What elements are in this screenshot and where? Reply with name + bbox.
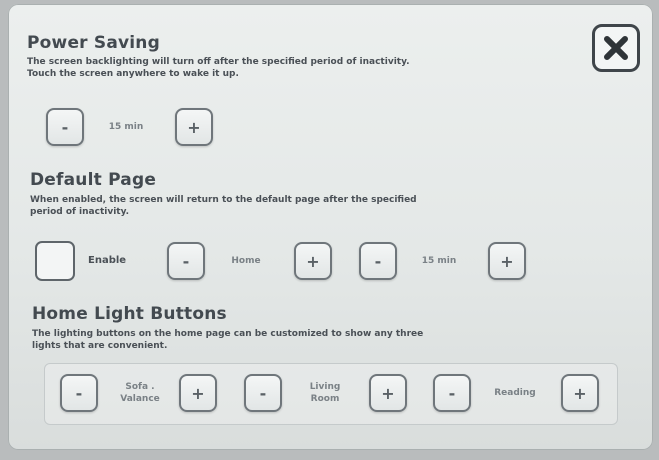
light-slot-2-increment-button[interactable]: + (369, 374, 407, 412)
power-saving-decrement-button[interactable]: - (46, 108, 84, 146)
default-page-timeout-value: 15 min (421, 256, 457, 266)
default-page-timeout-decrement-button[interactable]: - (359, 242, 397, 280)
settings-screen: Power Saving The screen backlighting wil… (8, 4, 653, 450)
default-page-timeout-increment-button[interactable]: + (488, 242, 526, 280)
light-slot-2-label: Living Room (290, 381, 360, 405)
light-slot-1-line2: Valance (120, 394, 160, 404)
home-light-buttons-description-line2: lights that are convenient. (32, 341, 168, 351)
close-icon (604, 36, 628, 60)
light-slot-2-line1: Living (309, 382, 341, 392)
home-light-buttons-title: Home Light Buttons (32, 304, 227, 324)
default-page-increment-button[interactable]: + (294, 242, 332, 280)
default-page-description-line2: period of inactivity. (30, 207, 130, 217)
power-saving-timeout-value: 15 min (108, 122, 144, 132)
enable-label: Enable (88, 255, 127, 266)
light-slot-3-label: Reading (480, 387, 550, 399)
light-slot-3-increment-button[interactable]: + (561, 374, 599, 412)
light-slot-1-label: Sofa . Valance (105, 381, 175, 405)
light-slot-3-line1: Reading (494, 388, 536, 398)
power-saving-increment-button[interactable]: + (175, 108, 213, 146)
enable-checkbox[interactable] (35, 241, 75, 281)
light-slot-2-decrement-button[interactable]: - (244, 374, 282, 412)
light-slot-2-line2: Room (310, 394, 340, 404)
home-light-buttons-description-line1: The lighting buttons on the home page ca… (32, 329, 424, 339)
power-saving-description-line1: The screen backlighting will turn off af… (27, 57, 410, 67)
light-slot-1-decrement-button[interactable]: - (60, 374, 98, 412)
power-saving-description-line2: Touch the screen anywhere to wake it up. (27, 69, 239, 79)
light-slot-1-increment-button[interactable]: + (179, 374, 217, 412)
close-button[interactable] (592, 24, 640, 72)
default-page-value: Home (231, 256, 261, 266)
power-saving-title: Power Saving (27, 33, 160, 53)
default-page-title: Default Page (30, 170, 157, 190)
light-slot-1-line1: Sofa . (125, 382, 155, 392)
default-page-description-line1: When enabled, the screen will return to … (30, 195, 417, 205)
light-slot-3-decrement-button[interactable]: - (433, 374, 471, 412)
default-page-decrement-button[interactable]: - (167, 242, 205, 280)
